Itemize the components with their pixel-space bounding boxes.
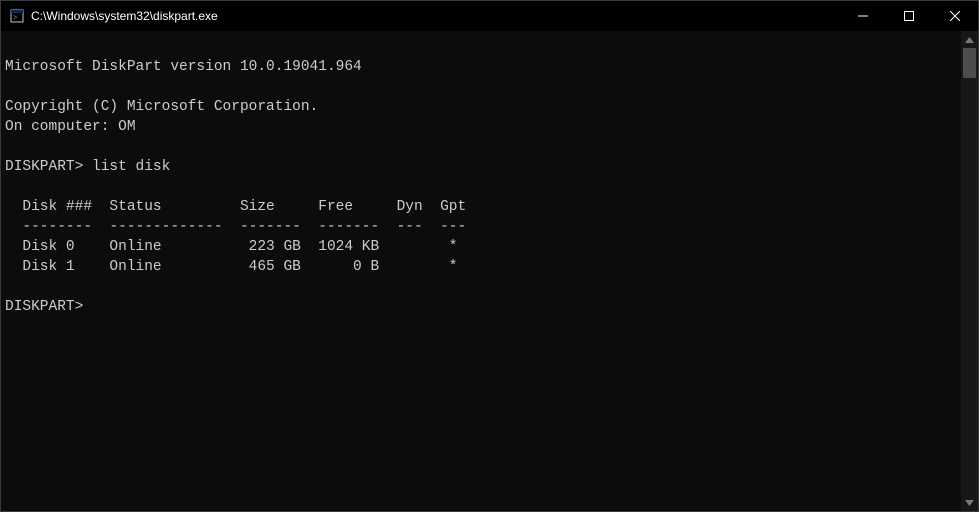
app-icon: > [9,8,25,24]
terminal-output[interactable]: Microsoft DiskPart version 10.0.19041.96… [1,31,961,511]
minimize-button[interactable] [840,1,886,31]
console-window: > C:\Windows\system32\diskpart.exe Micro… [0,0,979,512]
scroll-thumb[interactable] [963,48,976,78]
window-controls [840,1,978,31]
scroll-up-icon[interactable] [961,31,978,48]
close-button[interactable] [932,1,978,31]
maximize-button[interactable] [886,1,932,31]
title-bar[interactable]: > C:\Windows\system32\diskpart.exe [1,1,978,31]
scroll-down-icon[interactable] [961,494,978,511]
window-title: C:\Windows\system32\diskpart.exe [31,9,218,23]
svg-text:>: > [13,13,18,22]
content-area: Microsoft DiskPart version 10.0.19041.96… [1,31,978,511]
vertical-scrollbar[interactable] [961,31,978,511]
